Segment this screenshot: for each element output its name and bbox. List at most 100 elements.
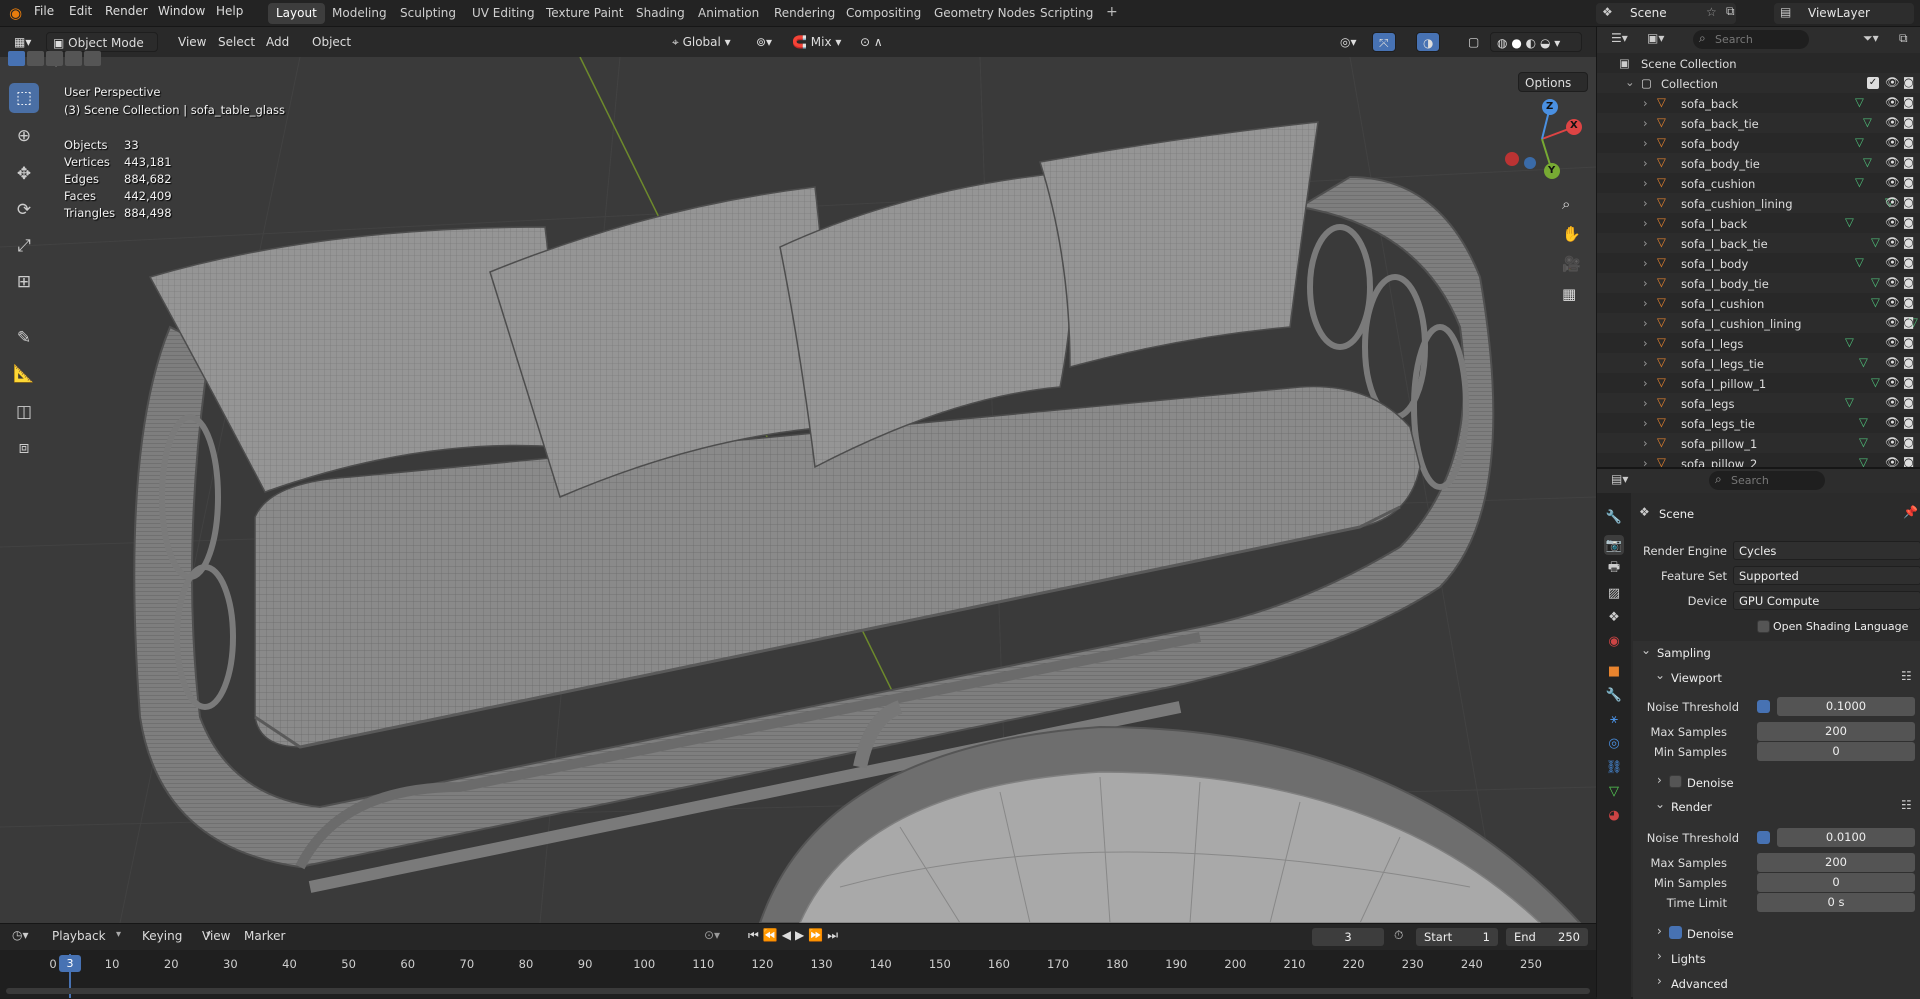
mesh-data-icon[interactable]: ▽ <box>1859 355 1868 369</box>
move-tool-icon[interactable]: ✥ <box>9 159 39 189</box>
new-scene-icon[interactable]: ⧉ <box>1726 4 1735 19</box>
expand-arrow-icon[interactable]: ⌄ <box>1625 75 1635 89</box>
wireframe-shading-icon[interactable]: ◍ <box>1497 36 1507 50</box>
outliner-object-row[interactable]: › ▽ sofa_l_back_tie ▽ 👁 ◙ <box>1597 233 1920 253</box>
editor-type-icon[interactable]: ▦▾ <box>8 32 37 52</box>
mesh-data-icon[interactable]: ▽ <box>1855 175 1864 189</box>
r-denoise-checkbox[interactable] <box>1669 926 1682 939</box>
sampling-collapse-icon[interactable]: ⌄ <box>1641 643 1651 657</box>
select-subtract-icon[interactable] <box>46 51 63 66</box>
expand-arrow-icon[interactable]: › <box>1643 436 1648 450</box>
r-noise-threshold-field[interactable]: 0.0100 <box>1777 828 1915 847</box>
outliner-object-row[interactable]: › ▽ sofa_l_legs ▽ 👁 ◙ <box>1597 333 1920 353</box>
material-tab-icon[interactable]: ◕ <box>1604 805 1624 825</box>
mesh-data-icon[interactable]: ▽ <box>1855 255 1864 269</box>
workspace-tab-scripting[interactable]: Scripting <box>1032 3 1101 24</box>
workspace-tab-geometry-nodes[interactable]: Geometry Nodes <box>926 3 1043 24</box>
expand-arrow-icon[interactable]: › <box>1643 216 1648 230</box>
render-camera-icon[interactable]: ◙ <box>1903 375 1914 389</box>
expand-arrow-icon[interactable]: › <box>1643 296 1648 310</box>
select-intersect-icon[interactable] <box>84 51 101 66</box>
mesh-data-icon[interactable]: ▽ <box>1855 95 1864 109</box>
lights-subpanel-header[interactable]: Lights <box>1671 952 1706 966</box>
play-reverse-icon[interactable]: ◀ <box>782 928 795 942</box>
menu-edit[interactable]: Edit <box>69 4 92 18</box>
viewport-collapse-icon[interactable]: ⌄ <box>1655 668 1665 682</box>
outliner-object-row[interactable]: › ▽ sofa_cushion_lining ▽ 👁 ◙ <box>1597 193 1920 213</box>
view-layer-selector[interactable]: ▤ ViewLayer <box>1774 3 1914 24</box>
visibility-eye-icon[interactable]: 👁 <box>1885 95 1900 109</box>
xray-icon[interactable]: ▢ <box>1462 32 1485 52</box>
shading-modes[interactable]: ◍ ● ◐ ◒ ▾ <box>1490 32 1582 52</box>
overlay-toggle-icon[interactable]: ◑ <box>1416 32 1441 52</box>
outliner-search-input[interactable]: ⌕ Search <box>1693 30 1809 49</box>
vp-max-samples-field[interactable]: 200 <box>1757 722 1915 741</box>
proportional-edit-icon[interactable]: ⊙ ∧ <box>854 32 889 52</box>
outliner-object-row[interactable]: › ▽ sofa_back_tie ▽ 👁 ◙ <box>1597 113 1920 133</box>
camera-view-icon[interactable]: 🎥 <box>1562 255 1581 273</box>
outliner-editor-icon[interactable]: ☰▾ <box>1611 31 1628 45</box>
outliner-object-row[interactable]: › ▽ sofa_back ▽ 👁 ◙ <box>1597 93 1920 113</box>
workspace-tab-animation[interactable]: Animation <box>690 3 767 24</box>
measure-tool-icon[interactable]: 📐 <box>9 359 39 389</box>
expand-arrow-icon[interactable]: › <box>1643 176 1648 190</box>
outliner-object-row[interactable]: › ▽ sofa_legs ▽ 👁 ◙ <box>1597 393 1920 413</box>
vp-noise-threshold-checkbox[interactable] <box>1757 700 1770 713</box>
play-icon[interactable]: ▶ <box>795 928 808 942</box>
playhead-marker[interactable]: 3 <box>59 955 81 972</box>
select-extend-icon[interactable] <box>27 51 44 66</box>
expand-arrow-icon[interactable]: › <box>1643 416 1648 430</box>
timeline-menu-marker[interactable]: Marker <box>244 929 285 943</box>
visibility-eye-icon[interactable]: 👁 <box>1885 435 1900 449</box>
expand-arrow-icon[interactable]: › <box>1643 196 1648 210</box>
include-checkbox[interactable]: ✓ <box>1867 77 1879 89</box>
feature-set-dropdown[interactable]: Supported <box>1733 566 1920 585</box>
render-camera-icon[interactable]: ◙ <box>1903 75 1914 89</box>
vp-denoise-checkbox[interactable] <box>1669 775 1682 788</box>
render-camera-icon[interactable]: ◙ <box>1903 415 1914 429</box>
vp-denoise-expand-icon[interactable]: › <box>1657 773 1662 787</box>
visibility-eye-icon[interactable]: 👁 <box>1885 295 1900 309</box>
workspace-tab-modeling[interactable]: Modeling <box>324 3 395 24</box>
viewport-menu-object[interactable]: Object <box>306 32 357 52</box>
visibility-eye-icon[interactable]: 👁 <box>1885 335 1900 349</box>
scene-selector[interactable]: ❖ Scene ☆ <box>1596 3 1736 24</box>
vp-noise-threshold-field[interactable]: 0.1000 <box>1777 697 1915 716</box>
output-tab-icon[interactable]: 🖶 <box>1604 559 1624 579</box>
timeline-menu-keying[interactable]: Keying <box>142 929 182 943</box>
render-tab-icon[interactable]: 📷 <box>1604 535 1624 555</box>
cursor-tool-icon[interactable]: ⊕ <box>9 121 39 151</box>
3d-viewport[interactable]: ▦▾ ▣ Object Mode ▾ ViewSelectAdd Object ⌖… <box>0 27 1596 923</box>
advanced-subpanel-header[interactable]: Advanced <box>1671 977 1728 991</box>
render-camera-icon[interactable]: ◙ <box>1903 195 1914 209</box>
viewport-menu-view[interactable]: View <box>172 32 212 52</box>
stopwatch-icon[interactable]: ⏱ <box>1394 928 1403 943</box>
viewport-menu-select[interactable]: Select <box>212 32 261 52</box>
r-min-samples-field[interactable]: 0 <box>1757 873 1915 892</box>
workspace-tab-rendering[interactable]: Rendering <box>766 3 843 24</box>
expand-arrow-icon[interactable]: › <box>1643 156 1648 170</box>
expand-arrow-icon[interactable]: › <box>1643 96 1648 110</box>
data-tab-icon[interactable]: ▽ <box>1604 781 1624 801</box>
visibility-eye-icon[interactable]: 👁 <box>1885 235 1900 249</box>
render-camera-icon[interactable]: ◙ <box>1903 295 1914 309</box>
mesh-data-icon[interactable]: ▽ <box>1859 415 1868 429</box>
material-shading-icon[interactable]: ◐ <box>1526 36 1536 50</box>
outliner-object-row[interactable]: › ▽ sofa_cushion ▽ 👁 ◙ <box>1597 173 1920 193</box>
end-frame-field[interactable]: End 250 <box>1506 928 1588 946</box>
advanced-expand-icon[interactable]: › <box>1657 974 1662 988</box>
visibility-eye-icon[interactable]: 👁 <box>1885 415 1900 429</box>
visibility-eye-icon[interactable]: 👁 <box>1885 275 1900 289</box>
scale-tool-icon[interactable]: ⤢ <box>9 231 39 261</box>
outliner-object-row[interactable]: › ▽ sofa_l_body ▽ 👁 ◙ <box>1597 253 1920 273</box>
render-camera-icon[interactable]: ◙ <box>1903 355 1914 369</box>
new-collection-icon[interactable]: ⧉ <box>1899 31 1908 46</box>
render-camera-icon[interactable]: ◙ <box>1903 335 1914 349</box>
mesh-data-icon[interactable]: ▽ <box>1845 335 1854 349</box>
scene-collection-row[interactable]: ▣ Scene Collection <box>1597 53 1920 73</box>
visibility-eye-icon[interactable]: 👁 <box>1885 215 1900 229</box>
pin-context-icon[interactable]: 📌 <box>1903 505 1918 519</box>
object-tab-icon[interactable]: ■ <box>1604 661 1624 681</box>
add-cube-tool-icon[interactable]: ◫ <box>9 397 39 427</box>
workspace-tab-layout[interactable]: Layout <box>268 3 325 24</box>
